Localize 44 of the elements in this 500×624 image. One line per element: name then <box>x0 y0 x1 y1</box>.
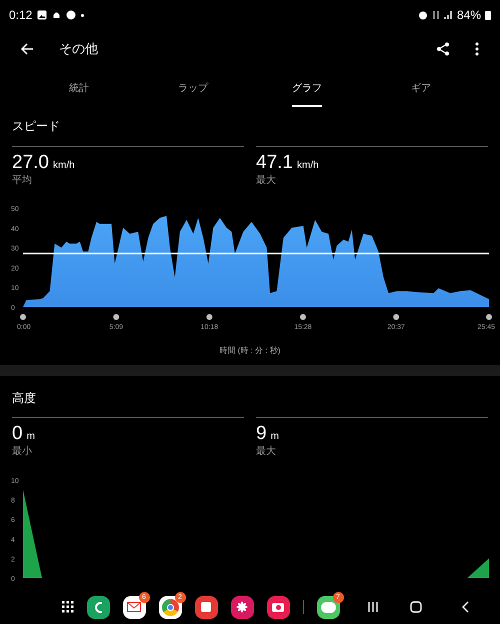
stat-value: 0 <box>12 422 23 446</box>
stat-label: 最大 <box>256 446 277 458</box>
tab[interactable]: グラフ <box>250 68 364 108</box>
tab[interactable]: 統計 <box>22 68 136 108</box>
dot-icon <box>81 14 84 16</box>
image-icon <box>37 10 48 20</box>
tab[interactable]: ギア <box>364 68 478 108</box>
camera-app-icon[interactable] <box>266 596 290 618</box>
section-title: スピード <box>11 118 61 134</box>
tick-dot <box>113 314 120 320</box>
tick-dot <box>393 314 400 320</box>
home-button[interactable] <box>410 601 422 613</box>
stat-unit: km/h <box>296 159 319 173</box>
page-title: その他 <box>59 40 98 58</box>
envelope-icon <box>127 602 141 612</box>
phone-app-icon[interactable] <box>86 596 110 618</box>
stat-label: 最大 <box>256 175 277 187</box>
tick-dot <box>20 314 26 320</box>
flower-app-icon[interactable] <box>230 596 254 618</box>
back-button[interactable] <box>20 42 34 56</box>
tick-dot <box>486 314 492 320</box>
stat-unit: km/h <box>52 159 75 173</box>
stat-value: 47.1 <box>256 151 293 174</box>
stat-value: 27.0 <box>12 151 49 175</box>
section-title: 高度 <box>11 390 37 406</box>
stat-label: 最小 <box>12 446 33 458</box>
notes-app-icon[interactable] <box>194 596 218 618</box>
battery-level: 84% <box>456 7 481 24</box>
tab[interactable]: ラップ <box>136 68 250 108</box>
signal-icon <box>444 10 453 20</box>
stat-unit: m <box>270 430 279 444</box>
share-button[interactable] <box>436 42 450 56</box>
tick-dot <box>300 314 306 320</box>
more-options-button[interactable] <box>474 42 480 56</box>
tick-dot <box>206 314 212 320</box>
stat-label: 平均 <box>12 175 33 187</box>
axis-title: 時間 (時 : 分 : 秒) <box>218 345 282 357</box>
clock: 0:12 <box>9 7 32 24</box>
app-grid-icon[interactable] <box>62 601 74 613</box>
stat-value: 9 <box>256 422 267 446</box>
back-nav-button[interactable] <box>460 601 468 613</box>
battery-icon <box>485 10 491 20</box>
stat-unit: m <box>26 430 35 444</box>
recent-apps-button[interactable] <box>366 601 378 613</box>
